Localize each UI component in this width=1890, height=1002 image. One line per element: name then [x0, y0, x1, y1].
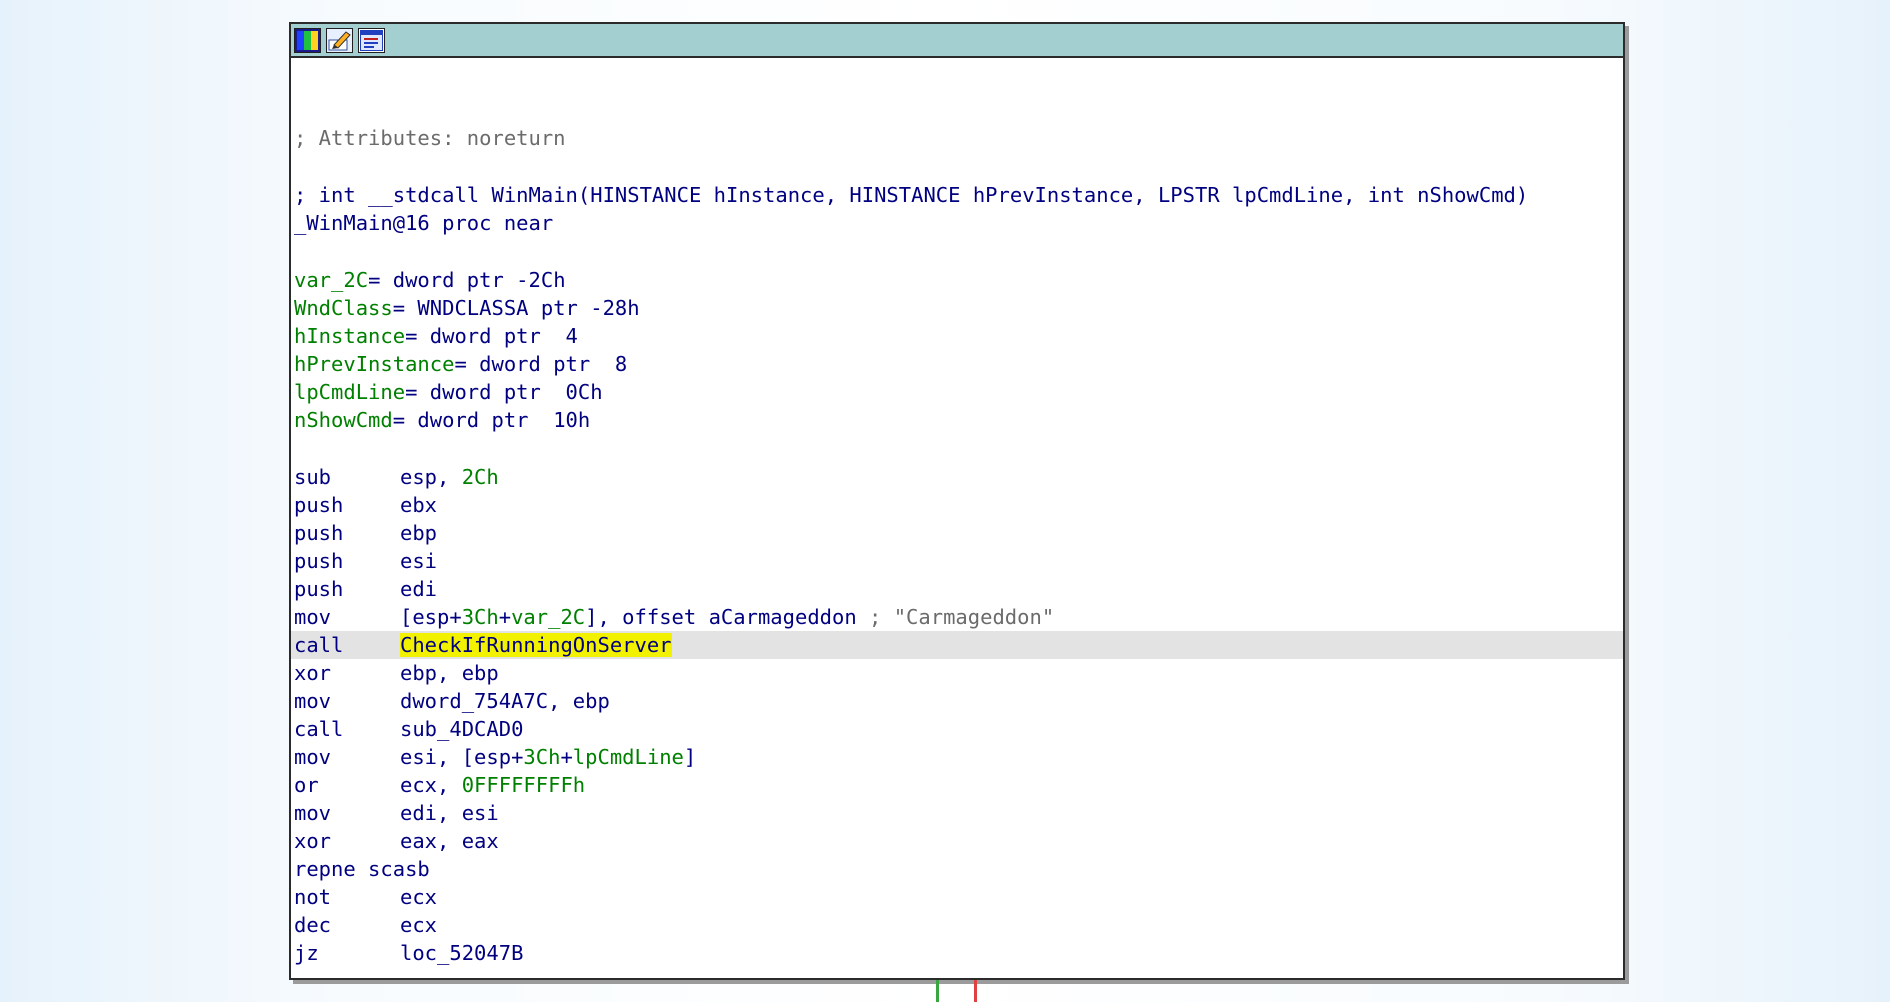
instruction-line[interactable]: not ecx: [294, 883, 1623, 911]
mnemonic: not: [294, 885, 332, 909]
edge-false-branch: [974, 980, 977, 1002]
mnemonic: xor: [294, 829, 332, 853]
operands: edi: [400, 577, 438, 601]
mnemonic: mov: [294, 745, 332, 769]
instruction-line[interactable]: call sub_4DCAD0: [294, 715, 1623, 743]
var-line: lpCmdLine= dword ptr 0Ch: [294, 378, 1623, 406]
proc-name[interactable]: _WinMain@16: [294, 211, 430, 235]
instruction-line[interactable]: jz loc_52047B: [294, 939, 1623, 967]
mnemonic: call: [294, 717, 344, 741]
operands: ecx: [400, 885, 438, 909]
instruction-line[interactable]: xor eax, eax: [294, 827, 1623, 855]
proc-decl: proc near: [429, 211, 554, 235]
instruction-line[interactable]: push ebx: [294, 491, 1623, 519]
instruction-line[interactable]: mov dword_754A7C, ebp: [294, 687, 1623, 715]
function-signature-comment: ; int __stdcall WinMain(HINSTANCE hInsta…: [294, 181, 1623, 209]
var-decl: = dword ptr 4: [405, 324, 578, 348]
var-decl: = dword ptr -2Ch: [368, 268, 566, 292]
var-line: hInstance= dword ptr 4: [294, 322, 1623, 350]
instruction-line[interactable]: or ecx, 0FFFFFFFFh: [294, 771, 1623, 799]
var-name[interactable]: var_2C: [294, 268, 368, 292]
string-comment: ; "Carmageddon": [856, 605, 1055, 629]
var-decl: = dword ptr 0Ch: [405, 380, 603, 404]
operands: ecx, 0FFFFFFFFh: [400, 773, 586, 797]
mnemonic: push: [294, 493, 344, 517]
var-decl: = dword ptr 8: [454, 352, 628, 376]
instruction-line[interactable]: mov edi, esi: [294, 799, 1623, 827]
operands: dword_754A7C, ebp: [400, 689, 610, 713]
operands: ebx: [400, 493, 438, 517]
mnemonic: push: [294, 521, 344, 545]
mnemonic: xor: [294, 661, 332, 685]
operands: eax, eax: [400, 829, 499, 853]
instruction-line[interactable]: push edi: [294, 575, 1623, 603]
proc-declaration: _WinMain@16 proc near: [294, 209, 1623, 237]
var-name[interactable]: nShowCmd: [294, 408, 393, 432]
node-titlebar[interactable]: [291, 24, 1623, 58]
var-name[interactable]: hInstance: [294, 324, 405, 348]
var-line: nShowCmd= dword ptr 10h: [294, 406, 1623, 434]
graph-colors-icon[interactable]: [294, 27, 321, 53]
instruction-line[interactable]: xor ebp, ebp: [294, 659, 1623, 687]
edge-true-branch: [936, 980, 939, 1002]
operands: edi, esi: [400, 801, 499, 825]
operands: ebp, ebp: [400, 661, 499, 685]
operands: esi, [esp+3Ch+lpCmdLine]: [400, 745, 697, 769]
operands: [esp+3Ch+var_2C], offset aCarmageddon ; …: [400, 605, 1055, 629]
mnemonic: push: [294, 577, 344, 601]
mnemonic: dec: [294, 913, 332, 937]
mnemonic: push: [294, 549, 344, 573]
instruction-line[interactable]: push ebp: [294, 519, 1623, 547]
instruction-line[interactable]: sub esp, 2Ch: [294, 463, 1623, 491]
operands: esi: [400, 549, 438, 573]
attributes-comment: ; Attributes: noreturn: [294, 126, 566, 150]
highlighted-call-target[interactable]: CheckIfRunningOnServer: [400, 633, 672, 657]
mnemonic: repne scasb: [294, 857, 430, 881]
mnemonic: jz: [294, 941, 319, 965]
var-name[interactable]: WndClass: [294, 296, 393, 320]
mnemonic: call: [294, 633, 344, 657]
operands: CheckIfRunningOnServer: [400, 631, 672, 659]
operands: ebp: [400, 521, 438, 545]
var-name[interactable]: lpCmdLine: [294, 380, 405, 404]
node-list-icon[interactable]: [358, 27, 385, 53]
instruction-line[interactable]: push esi: [294, 547, 1623, 575]
operands: loc_52047B: [400, 941, 524, 965]
disassembly-listing[interactable]: ; Attributes: noreturn ; int __stdcall W…: [291, 58, 1623, 978]
var-line: hPrevInstance= dword ptr 8: [294, 350, 1623, 378]
graph-node-winmain[interactable]: ; Attributes: noreturn ; int __stdcall W…: [289, 22, 1625, 980]
mnemonic: mov: [294, 605, 332, 629]
instruction-line[interactable]: repne scasb: [294, 855, 1623, 883]
operands: ecx: [400, 913, 438, 937]
signature-rest: WinMain(HINSTANCE hInstance, HINSTANCE h…: [491, 183, 1529, 207]
operands: esp, 2Ch: [400, 465, 499, 489]
instruction-line[interactable]: dec ecx: [294, 911, 1623, 939]
edit-node-icon[interactable]: [326, 27, 353, 53]
operands: sub_4DCAD0: [400, 717, 524, 741]
instruction-line-selected[interactable]: call CheckIfRunningOnServer: [291, 631, 1623, 659]
signature-prefix: ; int __stdcall: [294, 183, 492, 207]
var-decl: = WNDCLASSA ptr -28h: [392, 296, 640, 320]
mnemonic: mov: [294, 801, 332, 825]
var-line: var_2C= dword ptr -2Ch: [294, 266, 1623, 294]
mnemonic: or: [294, 773, 319, 797]
var-name[interactable]: hPrevInstance: [294, 352, 454, 376]
instruction-line[interactable]: mov [esp+3Ch+var_2C], offset aCarmageddon…: [294, 603, 1623, 631]
instruction-line[interactable]: mov esi, [esp+3Ch+lpCmdLine]: [294, 743, 1623, 771]
mnemonic: sub: [294, 465, 332, 489]
mnemonic: mov: [294, 689, 332, 713]
var-line: WndClass= WNDCLASSA ptr -28h: [294, 294, 1623, 322]
var-decl: = dword ptr 10h: [392, 408, 591, 432]
